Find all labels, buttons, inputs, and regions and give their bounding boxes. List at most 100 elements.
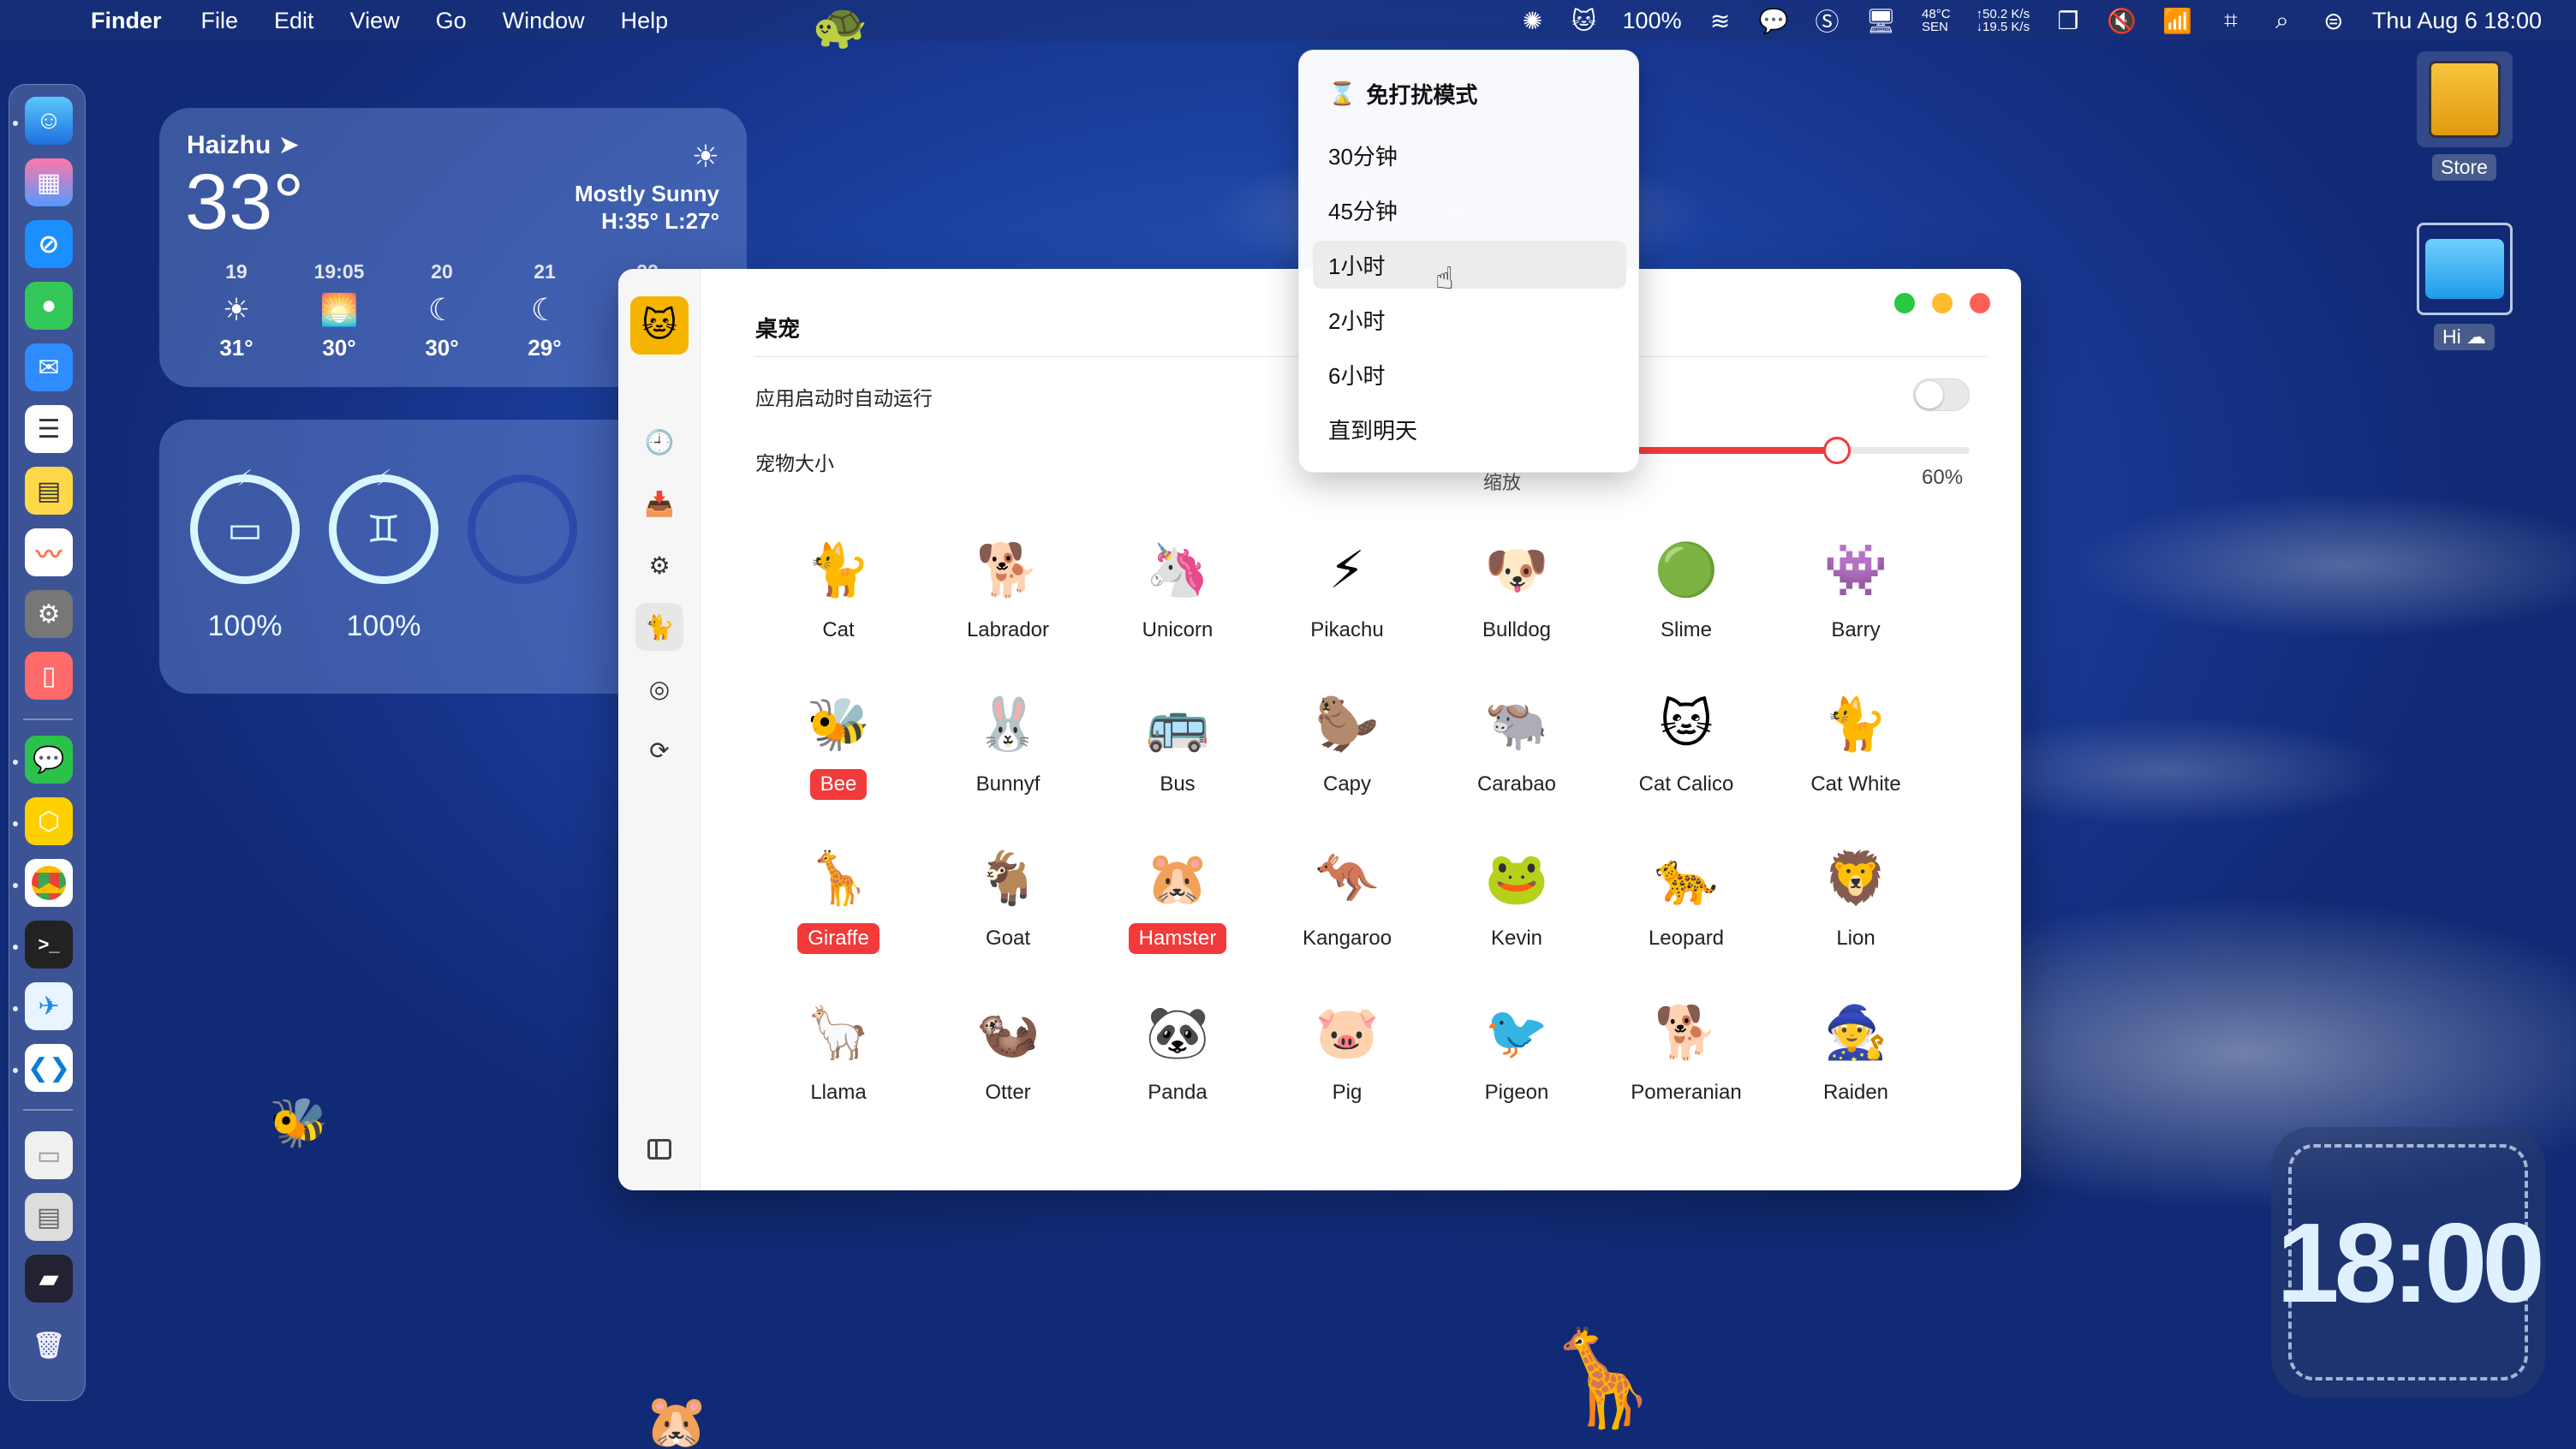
finder-icon[interactable]: ☺ <box>25 97 73 145</box>
pet-card[interactable]: 🐆 Leopard <box>1601 834 1771 988</box>
pet-card[interactable]: 🐰 Bunnyf <box>923 680 1093 834</box>
pet-card-partial[interactable]: 🦊 <box>1601 1142 1771 1190</box>
pet-card[interactable]: 🐃 Carabao <box>1432 680 1601 834</box>
document-icon[interactable]: ▭ <box>25 1131 73 1179</box>
freeform-icon[interactable]: 〰 <box>25 528 73 576</box>
iphone-mirroring-icon[interactable]: ▯ <box>25 652 73 700</box>
pet-card[interactable]: 🐐 Goat <box>923 834 1093 988</box>
mail-icon[interactable]: ✉ <box>25 343 73 391</box>
fullscreen-button[interactable] <box>1894 293 1915 313</box>
pet-card[interactable]: 🐕 Labrador <box>923 526 1093 680</box>
wechat-icon[interactable]: 💬 <box>1759 7 1789 35</box>
pet-card[interactable]: 🐼 Panda <box>1093 988 1262 1142</box>
dnd-option-until-tomorrow[interactable]: 直到明天 <box>1313 405 1626 453</box>
sidebar-toggle-icon[interactable] <box>647 1139 671 1160</box>
pet-card[interactable]: ⚡ Pikachu <box>1262 526 1432 680</box>
pet-size-slider[interactable] <box>1637 437 1970 464</box>
giraffe-pet-sprite[interactable]: 🦒 <box>1544 1307 1661 1449</box>
pet-card[interactable]: 🦁 Lion <box>1771 834 1941 988</box>
inbox-icon[interactable]: 📥 <box>635 480 683 528</box>
input-method-icon[interactable]: ⌗ <box>2218 7 2244 35</box>
wechat-app-icon[interactable]: 💬 <box>25 736 73 784</box>
menu-datetime[interactable]: Thu Aug 6 18:00 <box>2372 8 2542 34</box>
update-arrow-icon[interactable]: ⟳ <box>635 726 683 774</box>
pet-card[interactable]: 🐷 Pig <box>1262 988 1432 1142</box>
drive-icon[interactable] <box>2417 51 2513 147</box>
pet-card[interactable]: 🐦 Pigeon <box>1432 988 1601 1142</box>
terminal-icon[interactable]: >_ <box>25 921 73 969</box>
sun-status-icon[interactable]: ✺ <box>1520 7 1546 35</box>
bee-pet-sprite[interactable]: 🐝 <box>269 1093 329 1153</box>
reminders-icon[interactable]: ☰ <box>25 405 73 453</box>
pet-card[interactable]: 🐝 Bee <box>754 680 923 834</box>
pet-card[interactable]: 🦦 Otter <box>923 988 1093 1142</box>
safari-icon[interactable]: ⊘ <box>25 220 73 268</box>
trash-icon[interactable]: 🗑 <box>25 1321 73 1369</box>
hamster-pet-sprite[interactable]: 🐹 <box>625 1392 728 1449</box>
folder-label[interactable]: Hi ☁ <box>2434 324 2496 350</box>
slider-knob[interactable] <box>1822 437 1851 464</box>
dnd-option-45min[interactable]: 45分钟 <box>1313 186 1626 234</box>
wifi-icon[interactable]: 📶 <box>2162 7 2192 35</box>
control-center-icon[interactable]: ⊜ <box>2321 7 2346 35</box>
window-icon[interactable]: ❐ <box>2055 7 2081 35</box>
autostart-toggle[interactable] <box>1913 379 1970 411</box>
messages-icon[interactable]: ● <box>25 282 73 330</box>
pet-card-partial[interactable]: 🐁 <box>754 1142 923 1190</box>
menu-help[interactable]: Help <box>621 8 669 34</box>
pet-card[interactable]: 🐱 Cat Calico <box>1601 680 1771 834</box>
pet-card-partial[interactable]: 🦉 <box>1093 1142 1262 1190</box>
waves-icon[interactable]: ≋ <box>1708 7 1733 35</box>
pet-cat-icon[interactable]: 🐈 <box>635 603 683 651</box>
pet-card[interactable]: 🟢 Slime <box>1601 526 1771 680</box>
target-icon[interactable]: ◎ <box>635 665 683 713</box>
mute-icon[interactable]: 🔇 <box>2107 7 2137 35</box>
menu-window[interactable]: Window <box>503 8 585 34</box>
pet-card[interactable]: 🐈 Cat <box>754 526 923 680</box>
search-icon[interactable]: ⌕ <box>2269 7 2295 35</box>
pet-card-partial[interactable]: 🐻 <box>1432 1142 1601 1190</box>
minimize-button[interactable] <box>1932 293 1953 313</box>
shazam-icon[interactable]: Ⓢ <box>1814 3 1840 38</box>
pet-card[interactable]: 🧙 Raiden <box>1771 988 1941 1142</box>
pet-card[interactable]: 🐶 Bulldog <box>1432 526 1601 680</box>
pet-card[interactable]: 👾 Barry <box>1771 526 1941 680</box>
cpu-temp-stat[interactable]: 48°C SEN <box>1922 8 1951 33</box>
cat-pet-status-icon[interactable]: 🐱 <box>1571 7 1597 35</box>
menu-file[interactable]: File <box>201 8 239 34</box>
pet-card[interactable]: 🦒 Giraffe <box>754 834 923 988</box>
pet-card[interactable]: 🦄 Unicorn <box>1093 526 1262 680</box>
pet-card[interactable]: 🦘 Kangaroo <box>1262 834 1432 988</box>
clock-widget[interactable]: 18:00 <box>2271 1127 2545 1398</box>
vscode-icon[interactable]: ❮❯ <box>25 1044 73 1092</box>
close-button[interactable] <box>1970 293 1990 313</box>
pet-card[interactable]: 🚌 Bus <box>1093 680 1262 834</box>
display-icon[interactable]: 🖥 <box>1865 7 1896 35</box>
gear-icon[interactable]: ⚙ <box>635 541 683 589</box>
dnd-option-1hour[interactable]: 1小时 <box>1313 241 1626 289</box>
notes-icon[interactable]: ▤ <box>25 467 73 515</box>
feishu-icon[interactable]: ✈ <box>25 982 73 1030</box>
batteries-widget[interactable]: ⚡ ▭ 100% ⚡ ♊ 100% <box>159 420 647 694</box>
history-clock-icon[interactable]: 🕘 <box>635 418 683 466</box>
pet-card[interactable]: 🦫 Capy <box>1262 680 1432 834</box>
battery-percent[interactable]: 100% <box>1623 8 1682 34</box>
pet-card[interactable]: 🦙 Llama <box>754 988 923 1142</box>
pet-card-partial[interactable]: 🦈 <box>923 1142 1093 1190</box>
drive-label[interactable]: Store <box>2432 154 2496 181</box>
dnd-option-2hours[interactable]: 2小时 <box>1313 295 1626 343</box>
system-settings-icon[interactable]: ⚙ <box>25 590 73 638</box>
dnd-option-30min[interactable]: 30分钟 <box>1313 131 1626 179</box>
turtle-pet-sprite[interactable]: 🐢 <box>802 0 879 51</box>
pet-app-icon[interactable]: ⬡ <box>25 797 73 845</box>
menu-view[interactable]: View <box>350 8 400 34</box>
dnd-option-6hours[interactable]: 6小时 <box>1313 350 1626 398</box>
menu-edit[interactable]: Edit <box>274 8 314 34</box>
folder-icon[interactable] <box>2417 223 2513 315</box>
image-thumb-icon[interactable]: ▰ <box>25 1255 73 1303</box>
menu-app-name[interactable]: Finder <box>91 8 162 34</box>
pet-card[interactable]: 🐕 Pomeranian <box>1601 988 1771 1142</box>
chrome-icon[interactable] <box>25 859 73 907</box>
network-speed-stat[interactable]: ↑50.2 K/s ↓19.5 K/s <box>1977 8 2030 33</box>
pet-card[interactable]: 🐹 Hamster <box>1093 834 1262 988</box>
